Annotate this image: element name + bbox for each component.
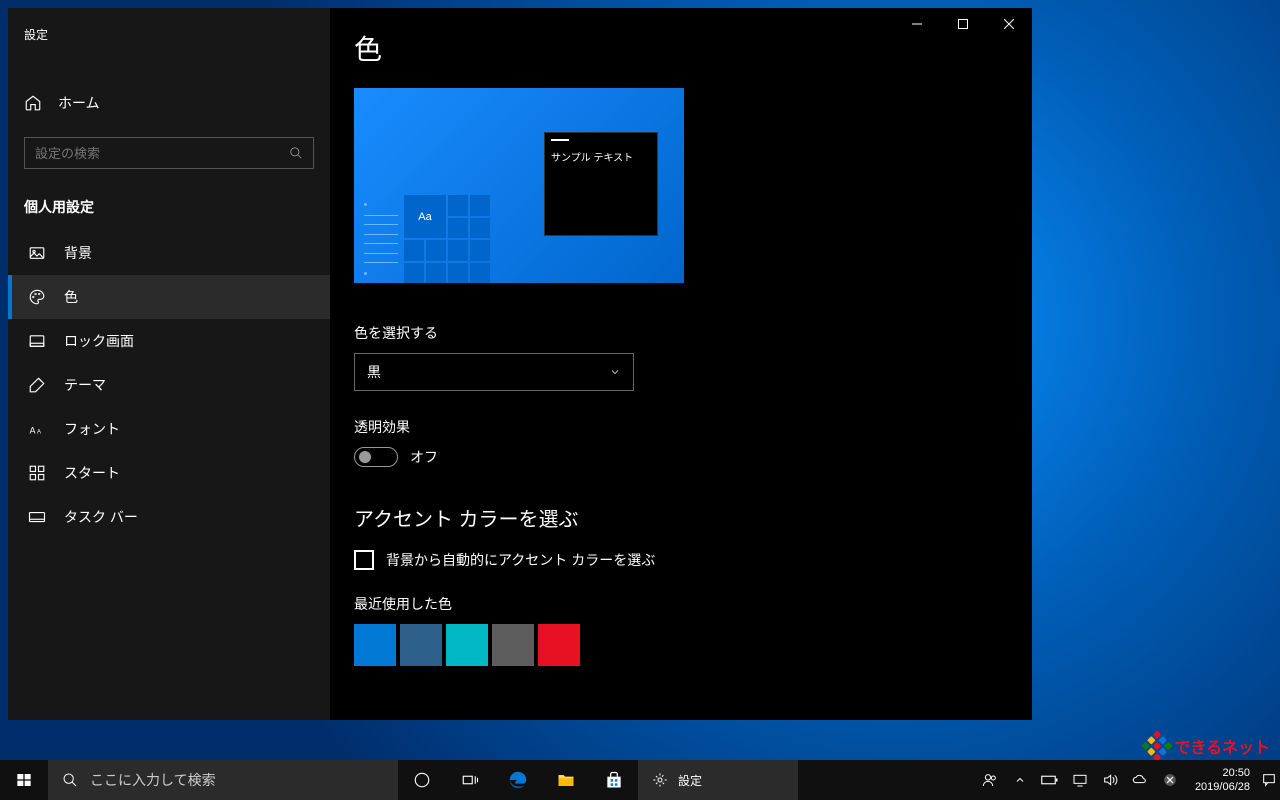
window-title: 設定 (8, 16, 330, 53)
page-title: 色 (354, 28, 1008, 68)
tray-chevron[interactable] (1009, 760, 1031, 800)
choose-color-dropdown[interactable]: 黒 (354, 353, 634, 391)
taskbar-search[interactable]: ここに入力して検索 (48, 760, 398, 800)
search-icon (289, 146, 303, 160)
explorer-button[interactable] (542, 760, 590, 800)
nav-taskbar[interactable]: タスク バー (8, 495, 330, 539)
nav-label: 色 (64, 287, 78, 307)
chevron-up-icon (1014, 774, 1026, 786)
svg-text:A: A (37, 430, 41, 436)
color-swatch[interactable] (354, 624, 396, 666)
taskbar-search-placeholder: ここに入力して検索 (90, 770, 216, 790)
color-swatch[interactable] (400, 624, 442, 666)
auto-accent-checkbox-row[interactable]: 背景から自動的にアクセント カラーを選ぶ (354, 550, 1008, 570)
section-title: 個人用設定 (8, 183, 330, 231)
tray-network[interactable] (1069, 760, 1091, 800)
edge-icon (507, 769, 529, 791)
edge-button[interactable] (494, 760, 542, 800)
search-input[interactable] (24, 137, 314, 169)
store-icon (604, 770, 624, 790)
volume-icon (1102, 772, 1118, 788)
tray-battery[interactable] (1039, 760, 1061, 800)
start-icon (28, 464, 46, 482)
palette-icon (28, 288, 46, 306)
recent-color-swatches (354, 624, 1008, 666)
tray-volume[interactable] (1099, 760, 1121, 800)
nav-label: タスク バー (64, 507, 138, 527)
watermark-logo (1142, 730, 1173, 761)
color-preview: サンプル テキスト Aa (354, 88, 684, 283)
nav-background[interactable]: 背景 (8, 231, 330, 275)
color-swatch[interactable] (538, 624, 580, 666)
taskview-button[interactable] (446, 760, 494, 800)
home-label: ホーム (58, 93, 100, 113)
preview-sample-text: サンプル テキスト (551, 149, 651, 164)
store-button[interactable] (590, 760, 638, 800)
nav-colors[interactable]: 色 (8, 275, 330, 319)
people-button[interactable] (979, 760, 1001, 800)
accent-heading: アクセント カラーを選ぶ (354, 503, 1008, 532)
taskview-icon (461, 771, 479, 789)
auto-accent-label: 背景から自動的にアクセント カラーを選ぶ (386, 550, 655, 570)
watermark: できるネット (1146, 734, 1270, 758)
cortana-button[interactable] (398, 760, 446, 800)
folder-icon (556, 770, 576, 790)
recent-colors-label: 最近使用した色 (354, 594, 1008, 614)
gear-icon (652, 772, 668, 788)
taskbar-icon (28, 508, 46, 526)
system-tray (973, 760, 1187, 800)
transparency-toggle[interactable] (354, 447, 398, 467)
search-field[interactable] (35, 146, 289, 161)
watermark-text: できるネット (1174, 734, 1270, 758)
start-button[interactable] (0, 760, 48, 800)
sidebar: 設定 ホーム 個人用設定 背景 色 ロック画面 テーマ AA フォント (8, 8, 330, 720)
clock-time: 20:50 (1195, 766, 1250, 780)
picture-icon (28, 244, 46, 262)
search-icon (62, 772, 78, 788)
transparency-value: オフ (410, 447, 438, 467)
color-swatch[interactable] (446, 624, 488, 666)
taskbar-active-app[interactable]: 設定 (638, 760, 798, 800)
dropdown-value: 黒 (367, 362, 381, 382)
nav-themes[interactable]: テーマ (8, 363, 330, 407)
nav-label: ロック画面 (64, 331, 134, 351)
auto-accent-checkbox[interactable] (354, 550, 374, 570)
cortana-icon (413, 771, 431, 789)
taskbar: ここに入力して検索 設定 20:50 2019/06/28 (0, 760, 1280, 800)
cloud-icon (1132, 772, 1148, 788)
tray-onedrive[interactable] (1129, 760, 1151, 800)
theme-icon (28, 376, 46, 394)
people-icon (982, 772, 998, 788)
nav-label: フォント (64, 419, 120, 439)
home-button[interactable]: ホーム (8, 83, 330, 123)
clock-date: 2019/06/28 (1195, 780, 1250, 794)
transparency-label: 透明効果 (354, 417, 1008, 437)
nav-fonts[interactable]: AA フォント (8, 407, 330, 451)
battery-icon (1041, 773, 1059, 787)
svg-text:A: A (30, 426, 36, 436)
home-icon (24, 94, 42, 112)
network-icon (1072, 772, 1088, 788)
action-center-button[interactable] (1258, 760, 1280, 800)
nav-label: 背景 (64, 243, 92, 263)
active-app-label: 設定 (678, 772, 702, 789)
settings-window: 設定 ホーム 個人用設定 背景 色 ロック画面 テーマ AA フォント (8, 8, 1032, 720)
chevron-down-icon (609, 366, 621, 378)
content-area: 色 サンプル テキスト Aa 色を選択する 黒 (330, 8, 1032, 720)
choose-color-label: 色を選択する (354, 323, 1008, 343)
nav-lockscreen[interactable]: ロック画面 (8, 319, 330, 363)
notification-icon (1261, 772, 1277, 788)
color-swatch[interactable] (492, 624, 534, 666)
font-icon: AA (28, 420, 46, 438)
preview-tile-aa: Aa (404, 195, 446, 238)
tray-ime[interactable] (1159, 760, 1181, 800)
ime-icon (1163, 773, 1177, 787)
windows-icon (16, 772, 32, 788)
nav-label: テーマ (64, 375, 106, 395)
nav-label: スタート (64, 463, 120, 483)
taskbar-clock[interactable]: 20:50 2019/06/28 (1187, 766, 1258, 795)
lockscreen-icon (28, 332, 46, 350)
nav-start[interactable]: スタート (8, 451, 330, 495)
